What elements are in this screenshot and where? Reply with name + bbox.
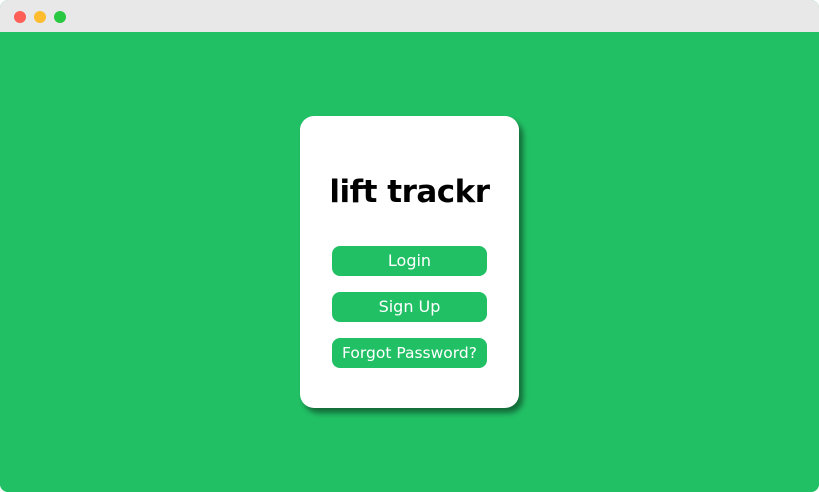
- close-window-button[interactable]: [14, 11, 26, 23]
- page-background: lift trackr Login Sign Up Forgot Passwor…: [0, 32, 819, 492]
- app-title: lift trackr: [329, 174, 490, 210]
- forgot-password-button[interactable]: Forgot Password?: [332, 338, 487, 368]
- login-button[interactable]: Login: [332, 246, 487, 276]
- minimize-window-button[interactable]: [34, 11, 46, 23]
- auth-card: lift trackr Login Sign Up Forgot Passwor…: [300, 116, 519, 408]
- maximize-window-button[interactable]: [54, 11, 66, 23]
- browser-window: lift trackr Login Sign Up Forgot Passwor…: [0, 0, 819, 492]
- sign-up-button[interactable]: Sign Up: [332, 292, 487, 322]
- window-titlebar: [0, 0, 819, 32]
